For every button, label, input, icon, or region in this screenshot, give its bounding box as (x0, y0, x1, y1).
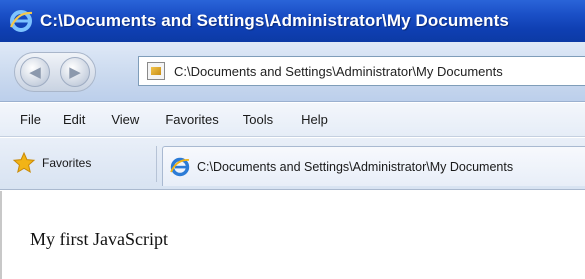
menu-edit[interactable]: Edit (63, 112, 85, 127)
back-forward-group: ◀ ▶ (14, 52, 96, 92)
browser-tab[interactable]: C:\Documents and Settings\Administrator\… (162, 146, 585, 186)
toolbar-divider (156, 146, 157, 182)
tab-title: C:\Documents and Settings\Administrator\… (197, 159, 514, 174)
favorites-button[interactable]: Favorites (12, 147, 140, 179)
favorites-bar: Favorites C:\Documents and Settings\Admi… (0, 138, 585, 190)
back-arrow-icon: ◀ (29, 64, 41, 81)
forward-arrow-icon: ▶ (69, 64, 81, 81)
tab-ie-icon (170, 157, 190, 176)
menu-tools[interactable]: Tools (243, 112, 273, 127)
window-title: C:\Documents and Settings\Administrator\… (40, 11, 509, 30)
menu-bar: File Edit View Favorites Tools Help (0, 103, 585, 137)
menu-help[interactable]: Help (301, 112, 328, 127)
address-bar[interactable]: C:\Documents and Settings\Administrator\… (138, 56, 585, 86)
back-button[interactable]: ◀ (20, 57, 50, 87)
menu-file[interactable]: File (20, 112, 41, 127)
forward-button[interactable]: ▶ (60, 57, 90, 87)
page-content: My first JavaScript (0, 191, 585, 279)
favorites-label: Favorites (42, 156, 92, 170)
navigation-bar: ◀ ▶ C:\Documents and Settings\Administra… (0, 42, 585, 102)
window-titlebar[interactable]: C:\Documents and Settings\Administrator\… (0, 0, 585, 42)
favorites-star-icon (12, 151, 36, 174)
ie-logo-icon (10, 10, 33, 32)
page-text: My first JavaScript (30, 229, 168, 249)
menu-view[interactable]: View (111, 112, 139, 127)
menu-favorites[interactable]: Favorites (165, 112, 218, 127)
address-input[interactable]: C:\Documents and Settings\Administrator\… (174, 64, 503, 79)
page-icon (147, 62, 165, 80)
